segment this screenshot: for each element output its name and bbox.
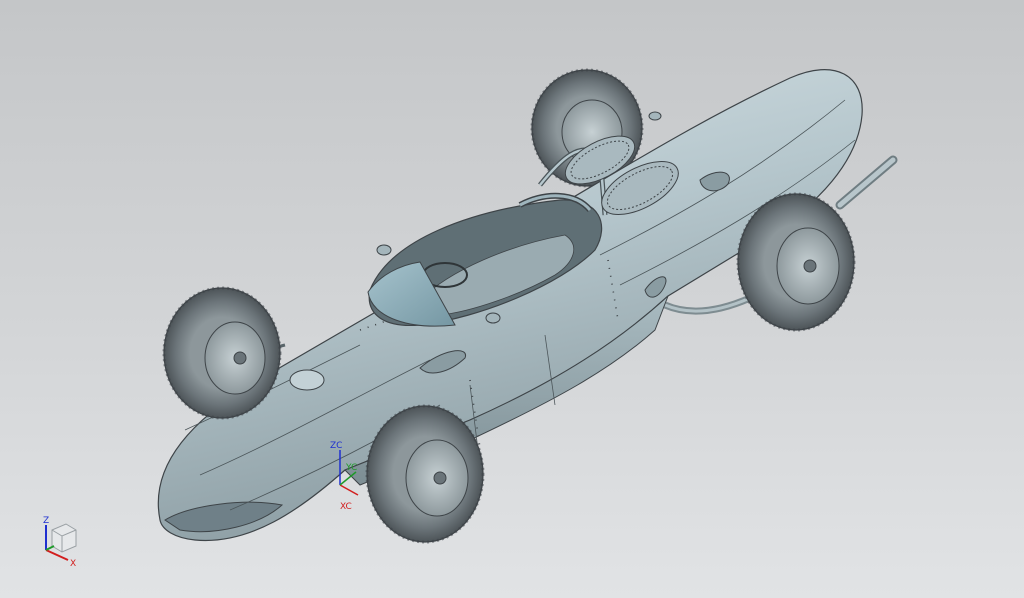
front-left-wheel[interactable]: [162, 286, 282, 420]
triad-x-axis: [45, 549, 69, 561]
graphics-viewport[interactable]: ZC XC YC Z X: [0, 0, 1024, 598]
triad-z-label: Z: [43, 516, 49, 526]
rear-right-wheel[interactable]: [736, 192, 856, 332]
triad-cube-icon: [51, 523, 77, 553]
wcs-x-axis: [339, 484, 359, 496]
wcs-zc-label: ZC: [330, 441, 342, 451]
triad-y-axis: [45, 545, 55, 551]
wcs-yc-label: YC: [345, 463, 357, 473]
wcs-xc-label: XC: [340, 502, 352, 512]
triad-x-label: X: [70, 559, 76, 569]
formula-car-model[interactable]: [157, 68, 898, 544]
front-right-wheel[interactable]: [365, 404, 485, 544]
fuel-cap: [289, 369, 325, 391]
view-triad[interactable]: Z X: [43, 516, 77, 569]
